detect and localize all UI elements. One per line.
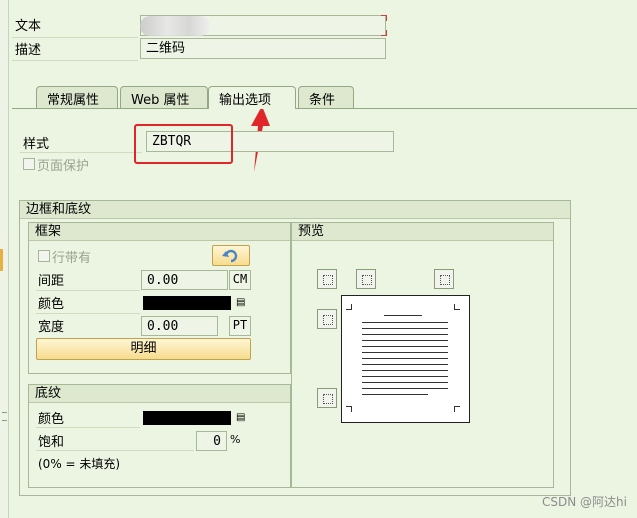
row-divider	[36, 313, 140, 314]
spacing-unit[interactable]: CM	[229, 270, 251, 290]
frame-title: 框架	[29, 223, 290, 241]
highlight-box	[134, 124, 233, 164]
preview-text-line	[362, 328, 448, 329]
tab-strip-line	[12, 108, 637, 109]
row-divider	[20, 152, 142, 153]
spacing-label: 间距	[38, 274, 65, 289]
with-line-checkbox[interactable]	[38, 250, 50, 262]
description-label: 描述	[15, 43, 42, 58]
preview-text-line	[362, 370, 448, 371]
preview-page	[341, 295, 470, 423]
preview-text-line	[362, 394, 428, 395]
spacing-field[interactable]: 0.00	[141, 270, 228, 290]
preview-text-line	[362, 322, 448, 323]
details-button[interactable]: 明细	[36, 338, 251, 360]
preview-text-line	[362, 334, 448, 335]
text-label: 文本	[15, 19, 42, 34]
undo-arrow-icon	[222, 249, 238, 263]
width-field[interactable]: 0.00	[141, 316, 218, 336]
tab-output-options[interactable]: 输出选项	[208, 86, 296, 109]
redacted-text	[140, 16, 210, 36]
style-label: 样式	[23, 137, 50, 152]
undo-button[interactable]	[212, 245, 250, 266]
tab-general-properties[interactable]: 常规属性	[36, 86, 118, 108]
border-shading-title: 边框和底纹	[20, 201, 570, 219]
width-unit[interactable]: PT	[229, 316, 251, 336]
saturation-label: 饱和	[38, 435, 65, 450]
row-divider	[36, 290, 140, 291]
saturation-field[interactable]: 0	[196, 431, 227, 451]
saturation-note: (0% = 未填充)	[38, 457, 121, 471]
corner-mark	[346, 406, 352, 412]
corner-mark	[454, 406, 460, 412]
border-bottom-left-button[interactable]	[317, 388, 337, 408]
shading-color-swatch[interactable]	[143, 411, 231, 425]
preview-text-line	[362, 376, 448, 377]
preview-text-line	[362, 352, 448, 353]
required-marker	[381, 30, 387, 36]
row-divider	[36, 427, 140, 428]
shading-group: 底纹	[28, 384, 291, 488]
width-label: 宽度	[38, 320, 65, 335]
border-top-right-button[interactable]	[434, 269, 454, 289]
left-panel-tick	[2, 420, 7, 421]
left-panel-marker	[0, 249, 3, 271]
left-panel-tick	[2, 412, 7, 413]
row-divider	[36, 450, 194, 451]
border-left-button[interactable]	[317, 309, 337, 329]
preview-title: 预览	[292, 223, 553, 241]
corner-mark	[454, 304, 460, 310]
saturation-unit: %	[230, 433, 241, 446]
frame-color-label: 颜色	[38, 297, 65, 312]
shading-title: 底纹	[29, 385, 290, 403]
tab-conditions[interactable]: 条件	[298, 86, 354, 108]
shading-color-label: 颜色	[38, 412, 65, 427]
corner-mark	[346, 304, 352, 310]
with-line-label: 行带有	[52, 251, 92, 266]
required-marker	[381, 15, 387, 21]
preview-text-line	[384, 315, 422, 316]
preview-text-line	[362, 340, 448, 341]
page-protect-label: 页面保护	[37, 159, 90, 174]
preview-text-line	[362, 382, 448, 383]
color-picker-icon[interactable]: ▤	[236, 297, 245, 309]
color-picker-icon[interactable]: ▤	[236, 412, 245, 424]
row-divider	[12, 37, 138, 38]
preview-text-line	[362, 364, 448, 365]
preview-text-line	[362, 346, 448, 347]
frame-color-swatch[interactable]	[143, 296, 231, 310]
description-field[interactable]: 二维码	[140, 38, 386, 59]
preview-text-line	[362, 388, 448, 389]
preview-text-line	[362, 358, 448, 359]
watermark: CSDN @阿达hi	[542, 495, 627, 509]
page-protect-checkbox[interactable]	[23, 158, 35, 170]
tab-web-properties[interactable]: Web 属性	[120, 86, 208, 108]
border-top-left-button[interactable]	[317, 269, 337, 289]
border-top-center-button[interactable]	[356, 269, 376, 289]
row-divider	[12, 60, 138, 61]
